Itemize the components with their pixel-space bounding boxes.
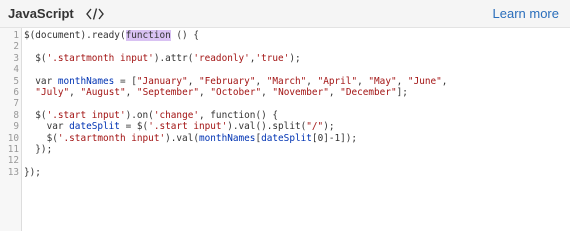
code-token: , (306, 75, 318, 87)
code-line: var dateSplit = $('.start input').val().… (24, 121, 335, 132)
code-token: $( (24, 52, 47, 64)
code-token: 'true' (255, 52, 290, 64)
code-token: 'change' (153, 109, 199, 121)
code-token: , (187, 75, 200, 87)
code-token: "July" (35, 87, 70, 98)
code-line: $('.startmonth input').val(monthNames[da… (24, 132, 358, 144)
code-token: dateSplit (261, 132, 312, 144)
code-token: "January" (136, 75, 188, 87)
code-token: monthNames (57, 75, 115, 87)
line-number: 12 (7, 155, 19, 167)
code-token: ).val( (165, 132, 199, 144)
code-token: "November" (272, 87, 329, 98)
code-token: "June" (407, 75, 442, 87)
code-token: = $( (119, 121, 149, 133)
line-number: 3 (13, 52, 19, 64)
code-token: "March" (266, 75, 307, 87)
code-token: , (441, 75, 448, 87)
code-line: $('.start input').on('change', function(… (24, 110, 278, 121)
code-token: '.start input' (148, 121, 228, 133)
code-token: , (357, 75, 369, 87)
line-number: 4 (13, 64, 19, 76)
snippet-header: JavaScript Learn more (0, 0, 570, 28)
code-snippet-panel: JavaScript Learn more 1 $(document).ready… (0, 0, 570, 231)
code-token: ); (289, 52, 301, 64)
code-token: function (125, 30, 171, 41)
code-line: "July", "August", "September", "October"… (24, 87, 408, 98)
code-token: 'readonly' (193, 52, 250, 64)
code-token: var (24, 75, 58, 87)
code-token: ]; (396, 87, 408, 98)
code-token: $( (24, 132, 58, 144)
code-token: ).attr( (153, 52, 194, 64)
code-token: "September" (136, 87, 200, 98)
line-number: 11 (7, 144, 19, 155)
code-token: , (69, 87, 81, 98)
line-number: 10 (7, 132, 19, 144)
code-token: , (328, 87, 341, 98)
code-line: }); (24, 144, 52, 155)
code-token: }); (24, 144, 53, 155)
code-token: "May" (368, 75, 397, 87)
code-token: $( (24, 109, 47, 121)
code-token: ).on( (125, 109, 154, 121)
line-number: 2 (13, 41, 19, 53)
code-token: , (396, 75, 408, 87)
language-label: JavaScript (8, 6, 74, 21)
code-token: "/" (306, 121, 324, 133)
code-line: }); (24, 167, 41, 178)
line-number: 9 (13, 121, 19, 133)
line-number: 5 (13, 75, 19, 87)
line-number: 13 (7, 166, 19, 178)
code-line: $(document).ready(function () { (24, 30, 199, 41)
code-token: var (24, 121, 70, 133)
code-token: '.startmonth input' (46, 52, 154, 64)
code-token: "August" (80, 87, 126, 98)
code-brackets-icon[interactable] (82, 3, 108, 25)
code-token: $(document).ready( (24, 30, 126, 41)
code-token: , function() { (199, 109, 279, 121)
line-number: 1 (13, 30, 19, 41)
code-line: $('.startmonth input').attr('readonly','… (24, 52, 301, 64)
code-token: '.startmonth input' (57, 132, 166, 144)
learn-more-link[interactable]: Learn more (493, 6, 559, 21)
code-token: () { (170, 30, 199, 41)
line-number: 6 (13, 87, 19, 98)
code-token: , (199, 87, 211, 98)
line-number: 7 (13, 98, 19, 110)
code-token: monthNames (199, 132, 256, 144)
code-token: , (125, 87, 137, 98)
code-token: "February" (199, 75, 256, 87)
code-token: "October" (210, 87, 262, 98)
code-token: "December" (340, 87, 397, 98)
code-token: ).val().split( (227, 121, 307, 133)
code-token: "April" (317, 75, 358, 87)
line-number: 8 (13, 109, 19, 121)
code-brackets-glyph (86, 8, 104, 20)
code-editor[interactable]: 1 $(document).ready(function () {2 3 $('.s… (0, 28, 570, 231)
code-line: var monthNames = ["January", "February",… (24, 76, 447, 87)
code-token: dateSplit (69, 121, 120, 133)
code-token: , (255, 75, 267, 87)
code-token: , (261, 87, 273, 98)
code-token: = [ (114, 75, 137, 87)
code-token: '.start input' (46, 109, 126, 121)
code-token: }); (24, 166, 41, 178)
code-token: ); (323, 121, 335, 133)
code-token: [0]-1]); (311, 132, 358, 144)
